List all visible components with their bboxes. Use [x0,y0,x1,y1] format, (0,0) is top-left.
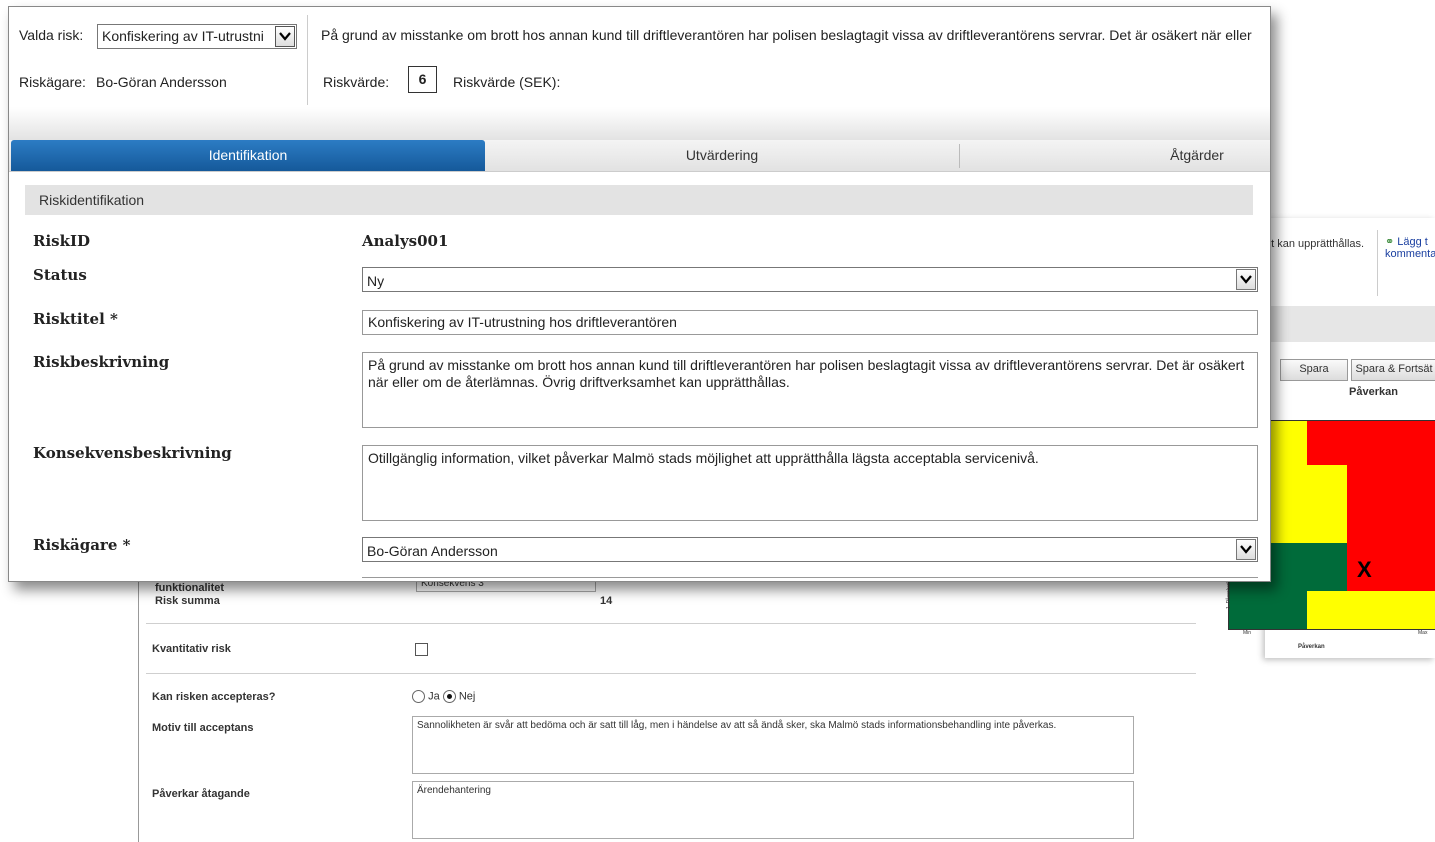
status-select[interactable]: Ny [362,267,1258,292]
risk-owner-value: Bo-Göran Andersson [96,74,227,90]
section-title: Riskidentifikation [39,192,145,208]
accept-label: Kan risken accepteras? [152,691,276,703]
owner-label: Riskägare * [33,536,131,554]
risk-summary-text: På grund av misstanke om brott hos annan… [321,27,1252,43]
matrix-title: Påverkan [1349,386,1398,398]
motive-field[interactable]: Sannolikheten är svår att bedöma och är … [412,716,1134,774]
partial-text: et kan upprätthållas. [1265,238,1365,250]
separator [1377,230,1378,296]
partial-row-label: funktionalitet [155,582,225,594]
risk-value-sek-label: Riskvärde (SEK): [453,74,561,90]
chevron-down-icon[interactable] [1236,269,1256,290]
risk-value-label: Riskvärde: [323,74,390,90]
tab-identifikation[interactable]: Identifikation [11,140,485,171]
selected-risk-select[interactable]: Konfiskering av IT-utrustni [97,24,297,49]
background-form: funktionalitet Konsekvens 3 Risk summa 1… [138,560,1435,842]
risk-sum-value: 14 [600,595,613,607]
riskid-label: RiskID [33,232,91,250]
quant-risk-checkbox[interactable] [415,643,428,656]
comment-icon: ⚭ [1385,236,1395,248]
header-band [9,107,1270,140]
section-header: Riskidentifikation [25,185,1253,215]
accept-yes-label: Ja [428,690,440,703]
chevron-down-icon[interactable] [275,26,295,47]
tab-utvardering[interactable]: Utvärdering [485,140,959,171]
comment-link[interactable]: ⚭ Lägg t kommenta [1385,236,1435,260]
save-button[interactable]: Spara [1280,359,1348,381]
tab-atgarder[interactable]: Åtgärder [960,140,1270,171]
motive-label: Motiv till acceptans [152,722,254,734]
quant-risk-label: Kvantitativ risk [152,643,231,655]
left-border [138,560,139,842]
status-label: Status [33,266,87,284]
commitment-label: Påverkar åtagande [152,788,250,800]
risk-title-field[interactable]: Konfiskering av IT-utrustning hos driftl… [362,310,1258,335]
accept-yes-radio[interactable] [412,690,425,703]
header-divider [307,15,308,105]
risk-edit-window: Valda risk: Konfiskering av IT-utrustni … [8,6,1271,582]
separator [146,673,1196,674]
risk-sum-label: Risk summa [155,595,220,607]
accept-no-radio[interactable] [442,690,456,703]
owner-select[interactable]: Bo-Göran Andersson [362,537,1258,562]
risk-title-label: Risktitel * [33,310,118,328]
risk-value-box: 6 [408,66,437,93]
next-field-edge [362,577,1258,578]
selected-risk-label: Valda risk: [19,27,84,43]
consequence-label: Konsekvensbeskrivning [33,444,232,462]
save-continue-button[interactable]: Spara & Fortsät [1351,359,1435,381]
chevron-down-icon[interactable] [1236,539,1256,560]
riskid-value: Analys001 [362,232,449,250]
description-field[interactable]: På grund av misstanke om brott hos annan… [362,352,1258,428]
toolbar-strip [1265,306,1435,342]
accept-no-label: Nej [458,690,476,703]
accept-radio-group: Ja Nej [412,690,475,703]
risk-owner-label: Riskägare: [19,74,86,90]
consequence-field[interactable]: Otillgänglig information, vilket påverka… [362,445,1258,521]
separator [146,623,1196,624]
description-label: Riskbeskrivning [33,353,170,371]
commitment-field[interactable]: Ärendehantering [412,781,1134,839]
